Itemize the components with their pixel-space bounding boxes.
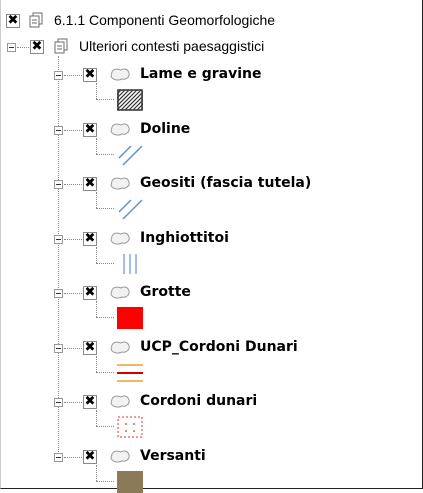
layer-visibility-checkbox[interactable]: ✖ <box>83 341 97 355</box>
group-label[interactable]: Ulteriori contesti paesaggistici <box>79 38 264 54</box>
checkmark-icon: ✖ <box>84 176 96 191</box>
layer-collapse-toggle[interactable] <box>54 180 63 189</box>
checkmark-icon: ✖ <box>31 39 43 54</box>
polygon-layer-icon <box>110 450 130 463</box>
group-collapse-toggle[interactable] <box>7 43 16 52</box>
checkmark-icon: ✖ <box>84 449 96 464</box>
tree-connector <box>96 317 114 318</box>
layer-visibility-checkbox[interactable]: ✖ <box>83 450 97 464</box>
polygon-layer-icon <box>110 177 130 190</box>
layer-collapse-toggle[interactable] <box>54 71 63 80</box>
layer-label[interactable]: Doline <box>140 121 190 137</box>
tree-connector <box>64 75 82 76</box>
tree-connector <box>96 301 97 317</box>
polygon-layer-icon <box>110 395 130 408</box>
tree-connector <box>64 457 82 458</box>
red-fill-icon <box>117 307 143 329</box>
tree-connector <box>96 410 97 426</box>
checkmark-icon: ✖ <box>84 340 96 355</box>
layer-collapse-toggle[interactable] <box>54 235 63 244</box>
tree-connector <box>64 130 82 131</box>
tree-connector <box>64 239 82 240</box>
layer-collapse-toggle[interactable] <box>54 344 63 353</box>
tree-connector <box>96 99 114 100</box>
tree-connector <box>96 263 114 264</box>
tree-guide-line <box>58 56 59 454</box>
checkmark-icon: ✖ <box>84 285 96 300</box>
layer-label[interactable]: Inghiottitoi <box>140 230 229 246</box>
blue-diagonal-lines-icon <box>118 145 143 166</box>
layer-label[interactable]: Cordoni dunari <box>140 393 257 409</box>
layer-visibility-checkbox[interactable]: ✖ <box>83 286 97 300</box>
checkmark-icon: ✖ <box>84 122 96 137</box>
checkmark-icon: ✖ <box>7 13 19 28</box>
tree-connector <box>96 356 97 372</box>
layer-visibility-checkbox[interactable]: ✖ <box>83 177 97 191</box>
tree-connector <box>96 426 114 427</box>
layer-label[interactable]: Versanti <box>140 448 206 464</box>
tree-connector <box>96 247 97 263</box>
layer-label[interactable]: Grotte <box>140 284 191 300</box>
polygon-layer-icon <box>110 123 130 136</box>
polygon-layer-icon <box>110 232 130 245</box>
tree-connector <box>96 154 114 155</box>
root-visibility-checkbox[interactable]: ✖ <box>6 14 20 28</box>
diagonal-hatch-icon <box>117 89 143 111</box>
checkmark-icon: ✖ <box>84 67 96 82</box>
tree-connector <box>64 184 82 185</box>
layer-visibility-checkbox[interactable]: ✖ <box>83 395 97 409</box>
red-dotted-box-icon <box>117 416 143 438</box>
layer-visibility-checkbox[interactable]: ✖ <box>83 68 97 82</box>
layer-label[interactable]: Lame e gravine <box>140 66 261 82</box>
blue-diagonal-lines-icon <box>118 199 143 220</box>
red-orange-lines-icon <box>117 364 143 382</box>
layer-label[interactable]: UCP_Cordoni Dunari <box>140 339 298 355</box>
tree-connector <box>96 192 97 208</box>
layer-collapse-toggle[interactable] <box>54 398 63 407</box>
tree-connector <box>96 138 97 154</box>
tree-connector <box>96 83 97 99</box>
tree-connector <box>64 293 82 294</box>
tree-connector <box>17 47 29 48</box>
layer-tree-panel: ✖ 6.1.1 Componenti Geomorfologiche ✖ Ult… <box>0 0 423 493</box>
polygon-layer-icon <box>110 341 130 354</box>
layer-visibility-checkbox[interactable]: ✖ <box>83 232 97 246</box>
layer-collapse-toggle[interactable] <box>54 453 63 462</box>
layer-collapse-toggle[interactable] <box>54 289 63 298</box>
tree-connector <box>96 208 114 209</box>
layer-visibility-checkbox[interactable]: ✖ <box>83 123 97 137</box>
layer-collapse-toggle[interactable] <box>54 126 63 135</box>
group-folder-icon <box>29 12 43 28</box>
checkmark-icon: ✖ <box>84 394 96 409</box>
tree-connector <box>64 348 82 349</box>
checkmark-icon: ✖ <box>84 231 96 246</box>
layer-label[interactable]: Geositi (fascia tutela) <box>140 175 311 191</box>
tree-connector <box>96 481 114 482</box>
polygon-layer-icon <box>110 286 130 299</box>
group-folder-icon <box>54 38 68 54</box>
tree-connector <box>64 402 82 403</box>
tree-connector <box>96 465 97 481</box>
polygon-layer-icon <box>110 68 130 81</box>
group-visibility-checkbox[interactable]: ✖ <box>30 40 44 54</box>
tree-connector <box>96 372 114 373</box>
root-group-label[interactable]: 6.1.1 Componenti Geomorfologiche <box>54 12 275 28</box>
blue-vertical-lines-icon <box>123 254 137 274</box>
